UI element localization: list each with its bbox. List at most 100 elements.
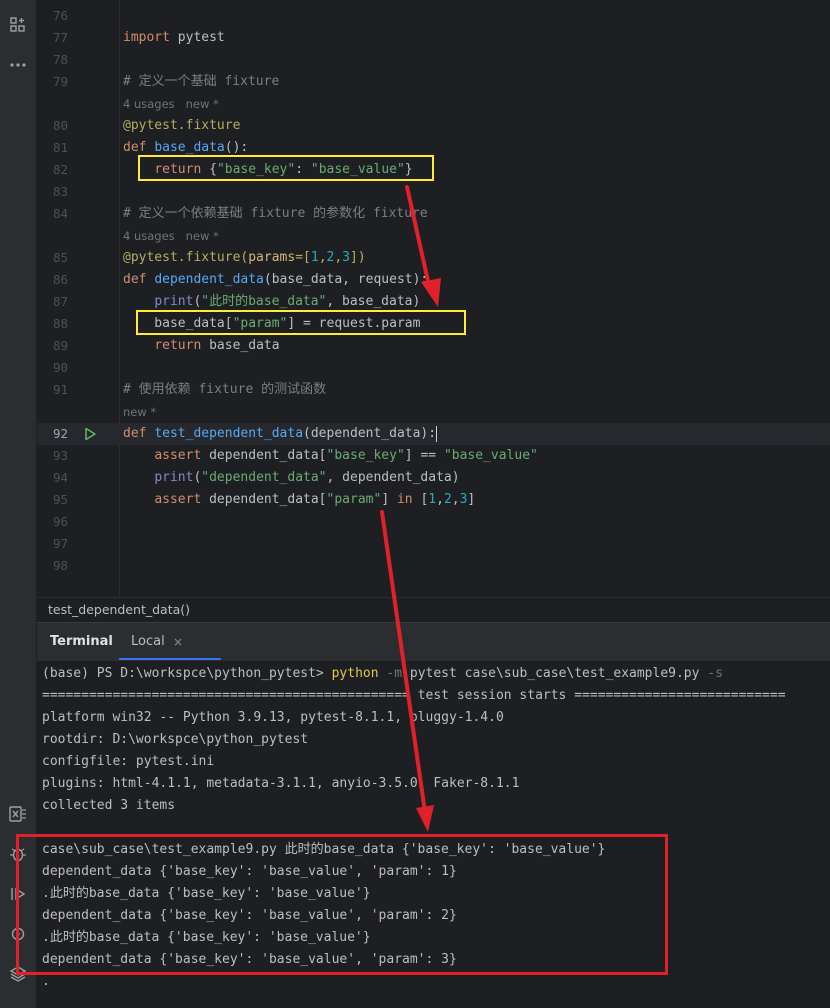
code-text: # 定义一个基础 fixture	[123, 71, 279, 93]
code-token: ,	[334, 250, 343, 265]
code-line[interactable]: 78	[37, 49, 830, 71]
code-token: @pytest.fixture(	[123, 250, 249, 265]
terminal-text: collected 3 items	[42, 798, 176, 813]
code-token: # 定义一个依赖基础 fixture 的参数化 fixture	[123, 206, 428, 221]
code-line[interactable]: 97	[37, 533, 830, 555]
code-token: def	[123, 140, 155, 155]
code-token: , dependent_data)	[326, 470, 460, 485]
line-number: 76	[52, 8, 68, 23]
code-token: ])	[350, 250, 366, 265]
more-icon[interactable]	[7, 54, 29, 76]
highlight-box-return	[138, 155, 434, 181]
line-number: 83	[52, 184, 68, 199]
code-token: "此时的base_data"	[201, 294, 327, 309]
code-text: # 定义一个依赖基础 fixture 的参数化 fixture	[123, 203, 428, 225]
line-number: 87	[52, 294, 68, 309]
code-line[interactable]: 80 @pytest.fixture	[37, 115, 830, 137]
terminal-line: ========================================…	[42, 685, 786, 707]
code-token: dependent_data[	[209, 448, 327, 463]
line-number: 82	[52, 162, 68, 177]
code-token: (dependent_data):	[303, 426, 437, 441]
tab-local[interactable]: Local	[131, 623, 165, 661]
code-token: ,	[436, 492, 444, 507]
terminal-text: ========================================…	[42, 688, 786, 703]
excel-icon[interactable]	[7, 803, 29, 825]
highlight-box-param	[136, 310, 466, 335]
code-token: ():	[224, 140, 249, 155]
text-caret	[436, 425, 438, 442]
code-token: assert	[154, 492, 210, 507]
code-line[interactable]: 86 def dependent_data(base_data, request)…	[37, 269, 830, 291]
line-number: 88	[52, 316, 68, 331]
code-line[interactable]: 76	[37, 5, 830, 27]
code-line[interactable]: 79 # 定义一个基础 fixture	[37, 71, 830, 93]
code-line[interactable]: 85 @pytest.fixture(params=[1,2,3])	[37, 247, 830, 269]
terminal-text: rootdir: D:\workspce\python_pytest	[42, 732, 309, 747]
breadcrumb[interactable]: test_dependent_data()	[37, 597, 830, 621]
project-structure-icon[interactable]	[7, 14, 29, 36]
code-line[interactable]: 93 assert dependent_data["base_key"] == …	[37, 445, 830, 467]
terminal-text: -m	[378, 666, 410, 681]
code-token: @pytest.fixture	[123, 118, 241, 133]
code-token: =[	[295, 250, 311, 265]
code-token: "base_key"	[326, 448, 405, 463]
terminal-line: rootdir: D:\workspce\python_pytest	[42, 729, 308, 751]
code-token: def	[123, 426, 155, 441]
line-number: 77	[52, 30, 68, 45]
code-token: (base_data, request):	[263, 272, 429, 287]
terminal-text: .	[42, 974, 50, 989]
line-number: 95	[52, 492, 68, 507]
code-line[interactable]: 84 # 定义一个依赖基础 fixture 的参数化 fixture	[37, 203, 830, 225]
code-text: assert dependent_data["param"] in [1,2,3…	[123, 489, 475, 511]
line-number: 86	[52, 272, 68, 287]
close-icon[interactable]: ×	[173, 623, 183, 661]
usage-hint[interactable]: new *	[123, 401, 156, 423]
code-token: # 定义一个基础 fixture	[123, 74, 280, 89]
code-text: print("dependent_data", dependent_data)	[123, 467, 460, 489]
code-line[interactable]: 83	[37, 181, 830, 203]
line-number: 84	[52, 206, 68, 221]
code-line[interactable]: 98	[37, 555, 830, 577]
code-token: in	[396, 492, 421, 507]
line-number: 96	[52, 514, 68, 529]
code-line[interactable]: 94 print("dependent_data", dependent_dat…	[37, 467, 830, 489]
code-text: @pytest.fixture	[123, 115, 240, 137]
code-text: assert dependent_data["base_key"] == "ba…	[123, 445, 538, 467]
code-line[interactable]: 92 def test_dependent_data(dependent_data…	[37, 423, 830, 445]
code-text: # 使用依赖 fixture 的测试函数	[123, 379, 326, 401]
usage-hint[interactable]: 4 usages new *	[123, 93, 219, 115]
terminal-line: platform win32 -- Python 3.9.13, pytest-…	[42, 707, 504, 729]
code-text: def dependent_data(base_data, request):	[123, 269, 428, 291]
line-number: 94	[52, 470, 68, 485]
code-token: ]	[381, 492, 397, 507]
code-line[interactable]: 77 import pytest	[37, 27, 830, 49]
code-line[interactable]: 89 return base_data	[37, 335, 830, 357]
line-number: 90	[52, 360, 68, 375]
terminal-text: python	[331, 666, 379, 681]
active-tab-indicator	[119, 658, 221, 660]
usage-hint[interactable]: 4 usages new *	[123, 225, 219, 247]
code-token: ,	[318, 250, 327, 265]
code-token: , base_data)	[326, 294, 421, 309]
terminal-tab-bar: Terminal Local ×	[37, 622, 830, 661]
code-line[interactable]: 90	[37, 357, 830, 379]
line-number: 98	[52, 558, 68, 573]
line-number: 91	[52, 382, 68, 397]
code-text: @pytest.fixture(params=[1,2,3])	[123, 247, 366, 269]
code-token: ] ==	[404, 448, 444, 463]
code-editor[interactable]: 76 77 import pytest 78 79 # 定义一个基础 fixture 4 u…	[37, 0, 830, 597]
highlight-box-output	[16, 834, 668, 975]
code-token: assert	[154, 448, 210, 463]
code-line[interactable]: 91 # 使用依赖 fixture 的测试函数	[37, 379, 830, 401]
terminal-text: configfile: pytest.ini	[42, 754, 215, 769]
line-number: 92	[52, 426, 68, 441]
terminal-text: plugins: html-4.1.1, metadata-3.1.1, any…	[42, 776, 520, 791]
run-gutter-icon[interactable]	[83, 427, 97, 441]
code-token: "base_value"	[443, 448, 538, 463]
code-token: params	[248, 250, 296, 265]
terminal-line: (base) PS D:\workspce\python_pytest> pyt…	[42, 663, 723, 685]
code-line[interactable]: 95 assert dependent_data["param"] in [1,…	[37, 489, 830, 511]
code-line[interactable]: 96	[37, 511, 830, 533]
